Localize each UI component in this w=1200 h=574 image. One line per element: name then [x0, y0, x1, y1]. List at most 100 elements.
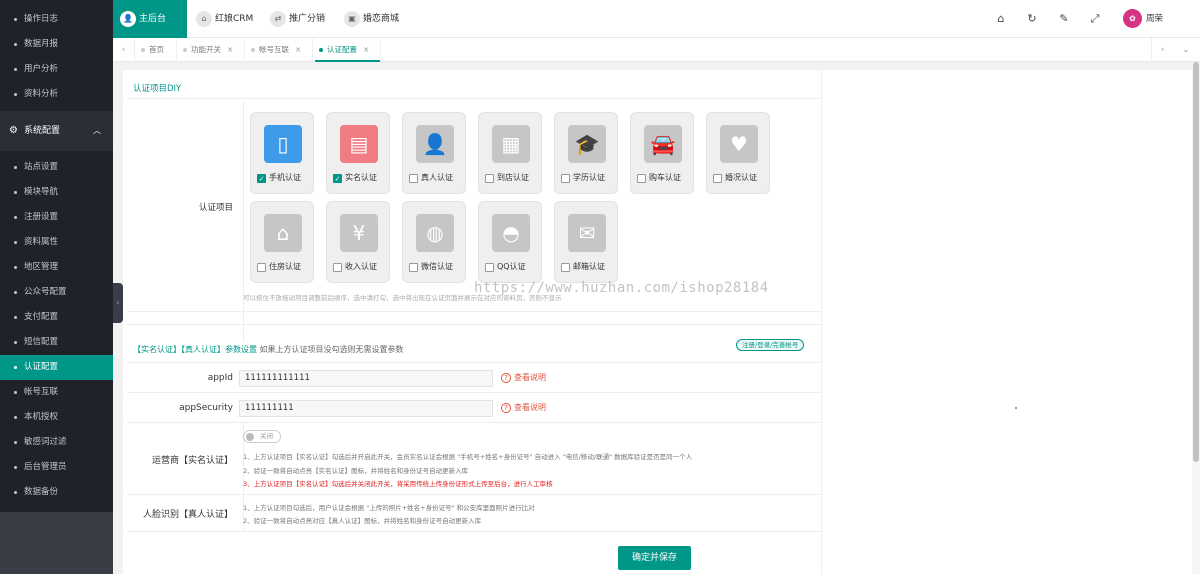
auth-item-card[interactable]: ▦ 到店认证 [478, 112, 542, 194]
auth-item-checkbox[interactable] [561, 263, 570, 272]
operator-note-3: 3、上方认证项目【实名认证】勾选后并关闭此开关，将采用传统上传身份证形式上传至后… [243, 480, 553, 488]
auth-item-label: QQ认证 [497, 262, 526, 271]
sidebar-item[interactable]: 用户分析 [0, 57, 113, 82]
auth-item-checkbox[interactable] [561, 174, 570, 183]
top-tab-main-backend[interactable]: 👤 主后台 [113, 0, 187, 38]
sidebar-item[interactable]: 资料属性 [0, 230, 113, 255]
appid-input[interactable]: 111111111111 [239, 370, 493, 387]
top-tab-mall[interactable]: ▣ 婚恋商城 [337, 0, 407, 38]
auth-item-checkbox[interactable] [333, 263, 342, 272]
auth-item-checkbox[interactable] [409, 174, 418, 183]
auth-item-label: 邮箱认证 [573, 262, 605, 271]
sidebar-item[interactable]: 后台管理员 [0, 455, 113, 480]
appsecurity-help-link[interactable]: ? 查看说明 [501, 402, 546, 413]
refresh-icon[interactable]: ↻ [1025, 12, 1039, 26]
register-login-button[interactable]: 注册/登录/完善帐号 [736, 339, 805, 351]
watermark: https://www.huzhan.com/ishop28184 [474, 280, 769, 296]
top-tab-distribution[interactable]: ⇄ 推广分销 [263, 0, 333, 38]
sidebar-item[interactable]: 帐号互联 [0, 380, 113, 405]
auth-items-grid: ▯ ✓ 手机认证 ▤ ✓ 实名认证 👤 真人认证 ▦ 到店认证 🎓 学历认证 🚘 购车认证 ♥ 婚况认证 ⌂ 住房… [243, 102, 821, 342]
auth-item-checkbox[interactable] [485, 174, 494, 183]
page-tab-account-link[interactable]: 帐号互联 × [247, 38, 313, 62]
sidebar-item[interactable]: 数据月报 [0, 32, 113, 57]
sidebar-item[interactable]: 支付配置 [0, 305, 113, 330]
auth-item-card[interactable]: 👤 真人认证 [402, 112, 466, 194]
auth-item-checkbox[interactable] [409, 263, 418, 272]
auth-item-label: 婚况认证 [725, 173, 757, 182]
sidebar-section-system-config[interactable]: ⚙ 系统配置 ︿ [0, 111, 113, 151]
shop-icon: ▣ [344, 11, 360, 27]
store-icon: ▦ [492, 125, 530, 163]
auth-item-checkbox[interactable] [257, 263, 266, 272]
close-icon[interactable]: × [363, 45, 369, 54]
sidebar-item[interactable]: 公众号配置 [0, 280, 113, 305]
auth-item-label: 收入认证 [345, 262, 377, 271]
top-tab-crm[interactable]: ⌂ 红娘CRM [189, 0, 259, 38]
auth-item-card[interactable]: ▤ ✓ 实名认证 [326, 112, 390, 194]
sidebar-item[interactable]: 敏感词过滤 [0, 430, 113, 455]
save-button[interactable]: 确定并保存 [618, 546, 691, 570]
page-tab-feature-switch[interactable]: 功能开关 × [179, 38, 245, 62]
auth-item-label: 购车认证 [649, 173, 681, 182]
close-icon[interactable]: × [227, 45, 233, 54]
sidebar-item[interactable]: 资料分析 [0, 82, 113, 107]
sidebar: 操作日志 数据月报 用户分析 资料分析 ⚙ 系统配置 ︿ 站点设置 模块导航 注册设置 资料… [0, 0, 113, 574]
auth-item-card[interactable]: ♥ 婚况认证 [706, 112, 770, 194]
auth-item-card[interactable]: ✉ 邮箱认证 [554, 201, 618, 283]
auth-item-checkbox[interactable] [713, 174, 722, 183]
operator-auth-toggle[interactable]: 关闭 [243, 430, 281, 443]
sidebar-item[interactable]: 数据备份 [0, 480, 113, 505]
fullscreen-icon[interactable]: ⤢ [1088, 12, 1102, 26]
close-icon[interactable]: × [295, 45, 301, 54]
appid-label: appId [207, 373, 233, 383]
scrollbar-thumb[interactable] [1193, 62, 1199, 462]
page-tab-auth-config[interactable]: 认证配置 × [315, 38, 381, 62]
chevron-left-icon[interactable]: ‹ [113, 38, 135, 62]
auth-item-card[interactable]: 🎓 学历认证 [554, 112, 618, 194]
appid-help-link[interactable]: ? 查看说明 [501, 372, 546, 383]
broom-icon[interactable]: ✎ [1057, 12, 1071, 26]
appsecurity-label: appSecurity [179, 403, 233, 413]
auth-item-card[interactable]: ⌂ 住房认证 [250, 201, 314, 283]
auth-item-checkbox[interactable] [637, 174, 646, 183]
sidebar-item[interactable]: 认证配置 [0, 355, 113, 380]
auth-item-card[interactable]: ▯ ✓ 手机认证 [250, 112, 314, 194]
sidebar-item[interactable]: 站点设置 [0, 155, 113, 180]
auth-item-card[interactable]: 🚘 购车认证 [630, 112, 694, 194]
face-note-1: 1、上方认证项目勾选后，用户认证会根据 "上传的照片+姓名+身份证号" 和公安库… [243, 504, 535, 512]
auth-item-checkbox[interactable]: ✓ [333, 174, 342, 183]
auth-item-checkbox[interactable]: ✓ [257, 174, 266, 183]
avatar[interactable]: ✿ [1123, 9, 1142, 28]
car-icon: 🚘 [644, 125, 682, 163]
sidebar-item[interactable]: 本机授权 [0, 405, 113, 430]
qq-icon: ◓ [492, 214, 530, 252]
auth-item-card[interactable]: ◍ 微信认证 [402, 201, 466, 283]
appsecurity-input[interactable]: 111111111 [239, 400, 493, 417]
auth-item-card[interactable]: ◓ QQ认证 [478, 201, 542, 283]
auth-item-checkbox[interactable] [485, 263, 494, 272]
sidebar-item[interactable]: 操作日志 [0, 7, 113, 32]
username[interactable]: 周荣 [1146, 0, 1163, 38]
sidebar-item[interactable]: 地区管理 [0, 255, 113, 280]
wechat-icon: ◍ [416, 214, 454, 252]
sidebar-item[interactable]: 短信配置 [0, 330, 113, 355]
auth-item-label: 住房认证 [269, 262, 301, 271]
heart-icon: ♥ [720, 125, 758, 163]
sidebar-collapse-toggle[interactable]: ‹ [113, 283, 123, 323]
auth-item-label: 真人认证 [421, 173, 453, 182]
page-tab-home[interactable]: 首页 [137, 38, 177, 62]
right-panel [821, 70, 1192, 574]
auth-config-form: 认证项目DIY 认证项目 ▯ ✓ 手机认证 ▤ ✓ 实名认证 👤 真人认证 ▦ 到店认证 🎓 学历认证… [123, 70, 821, 574]
operator-auth-label: 运营商【实名认证】 [151, 456, 233, 466]
chevron-right-icon[interactable]: › [1151, 38, 1173, 62]
chevron-down-icon[interactable]: ⌄ [1175, 38, 1197, 62]
face-note-2: 2、验证一致将自动点亮对应【真人认证】图标，并将姓名和身份证号自动更新入库 [243, 517, 482, 525]
house-icon: ⌂ [264, 214, 302, 252]
section-title-auth-diy: 认证项目DIY [133, 84, 182, 94]
operator-note-1: 1、上方认证项目【实名认证】勾选后并开启此开关，会员实名认证会根据 "手机号+姓… [243, 453, 693, 461]
sidebar-item[interactable]: 模块导航 [0, 180, 113, 205]
sidebar-item[interactable]: 注册设置 [0, 205, 113, 230]
home-icon[interactable]: ⌂ [994, 12, 1008, 26]
page-tab-bar: ‹ 首页 功能开关 × 帐号互联 × 认证配置 × › ⌄ [113, 38, 1200, 62]
auth-item-card[interactable]: ¥ 收入认证 [326, 201, 390, 283]
